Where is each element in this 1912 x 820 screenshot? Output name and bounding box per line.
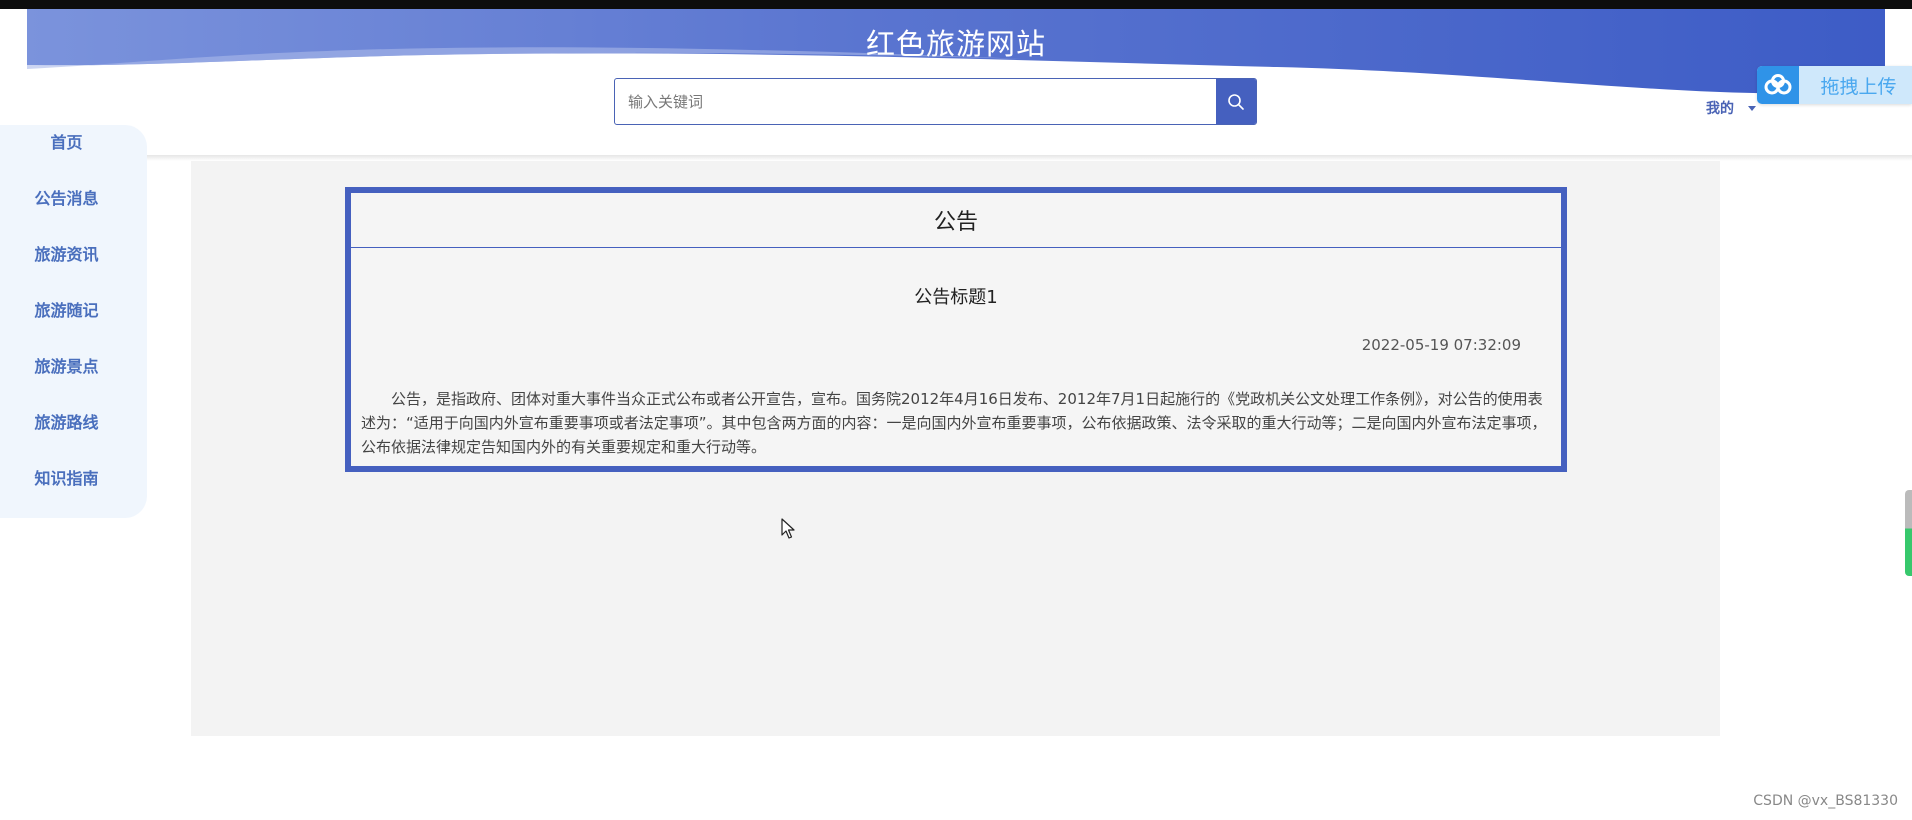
watermark: CSDN @vx_BS81330 (1753, 793, 1898, 809)
sidebar-item-knowledge-guide[interactable]: 知识指南 (0, 465, 133, 489)
sidebar-item-travel-news[interactable]: 旅游资讯 (0, 241, 133, 265)
caret-down-icon (1748, 105, 1756, 111)
notice-section-title: 公告 (351, 193, 1561, 248)
sidebar-item-announcements[interactable]: 公告消息 (0, 185, 133, 209)
sidebar-item-travel-notes[interactable]: 旅游随记 (0, 297, 133, 321)
drag-upload-label: 拖拽上传 (1820, 75, 1897, 98)
notice-body: 公告，是指政府、团体对重大事件当众正式公布或者公开宣告，宣布。国务院2012年4… (361, 390, 1547, 456)
drag-upload-widget[interactable]: 拖拽上传 (1757, 66, 1912, 104)
search-icon (1228, 93, 1244, 110)
search-button[interactable] (1216, 79, 1256, 124)
notice-title: 公告标题1 (914, 287, 998, 308)
user-menu-label: 我的 (1706, 101, 1734, 117)
user-menu[interactable]: 我的 (1706, 98, 1756, 118)
cloud-drive-icon (1757, 66, 1799, 104)
sidebar-item-scenic-spots[interactable]: 旅游景点 (0, 353, 133, 377)
sidebar-nav: 首页 公告消息 旅游资讯 旅游随记 旅游景点 旅游路线 知识指南 (0, 125, 147, 518)
sidebar-item-home[interactable]: 首页 (0, 129, 133, 153)
notice-timestamp: 2022-05-19 07:32:09 (1361, 336, 1521, 354)
scroll-handle[interactable] (1905, 490, 1912, 576)
mouse-cursor-icon (781, 518, 795, 539)
window-top-strip (0, 0, 1912, 9)
search-bar (614, 78, 1257, 125)
sidebar-item-travel-routes[interactable]: 旅游路线 (0, 409, 133, 433)
notice-card: 公告 公告标题1 2022-05-19 07:32:09 公告，是指政府、团体对… (345, 187, 1567, 472)
site-title: 红色旅游网站 (865, 27, 1046, 61)
search-input[interactable] (615, 79, 1216, 124)
